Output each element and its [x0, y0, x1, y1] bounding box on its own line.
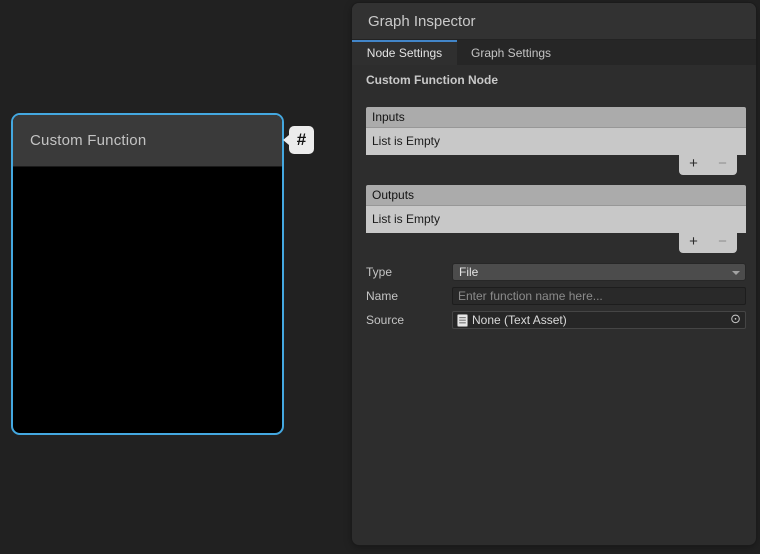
outputs-add-button[interactable]: +: [679, 233, 708, 253]
inspector-tabbar: Node Settings Graph Settings: [352, 40, 756, 65]
source-field-row: Source None (Text Asset) ⊙: [366, 311, 746, 329]
tab-graph-settings[interactable]: Graph Settings: [457, 40, 565, 65]
outputs-list: Outputs List is Empty + −: [366, 185, 746, 253]
outputs-empty-row: List is Empty: [366, 206, 746, 233]
name-label: Name: [366, 289, 452, 303]
outputs-list-header: Outputs: [366, 185, 746, 206]
inputs-list-header: Inputs: [366, 107, 746, 128]
tab-node-settings[interactable]: Node Settings: [352, 40, 457, 65]
source-object-field[interactable]: None (Text Asset) ⊙: [452, 311, 746, 329]
type-dropdown-value: File: [459, 265, 478, 279]
node-title: Custom Function: [30, 132, 146, 149]
text-asset-icon: [457, 314, 468, 327]
inputs-list-footer-strip: + −: [366, 155, 746, 175]
inspector-content: Custom Function Node Inputs List is Empt…: [352, 65, 756, 329]
source-label: Source: [366, 313, 452, 327]
custom-function-node[interactable]: Custom Function: [11, 113, 284, 435]
type-field-row: Type File: [366, 263, 746, 281]
hash-icon: #: [297, 130, 306, 149]
graph-inspector-panel: Graph Inspector Node Settings Graph Sett…: [352, 3, 756, 545]
outputs-list-footer-strip: + −: [366, 233, 746, 253]
node-settings-heading: Custom Function Node: [366, 73, 746, 87]
type-label: Type: [366, 265, 452, 279]
chevron-down-icon: [732, 271, 740, 275]
object-picker-icon[interactable]: ⊙: [730, 313, 741, 327]
inputs-remove-button[interactable]: −: [708, 155, 737, 175]
inputs-list-footer: + −: [679, 155, 737, 175]
name-field-row: Name: [366, 287, 746, 305]
tab-graph-settings-label: Graph Settings: [471, 46, 551, 60]
inputs-empty-row: List is Empty: [366, 128, 746, 155]
inputs-list: Inputs List is Empty + −: [366, 107, 746, 175]
node-titlebar[interactable]: Custom Function: [13, 115, 282, 167]
outputs-remove-button[interactable]: −: [708, 233, 737, 253]
panel-title: Graph Inspector: [368, 13, 476, 30]
tab-node-settings-label: Node Settings: [367, 46, 442, 60]
source-object-value: None (Text Asset): [472, 312, 567, 328]
inputs-add-button[interactable]: +: [679, 155, 708, 175]
type-dropdown[interactable]: File: [452, 263, 746, 281]
node-code-badge[interactable]: #: [289, 126, 314, 154]
field-group: Type File Name Source: [366, 263, 746, 329]
function-name-input[interactable]: [452, 287, 746, 305]
outputs-list-footer: + −: [679, 233, 737, 253]
panel-header: Graph Inspector: [352, 3, 756, 40]
